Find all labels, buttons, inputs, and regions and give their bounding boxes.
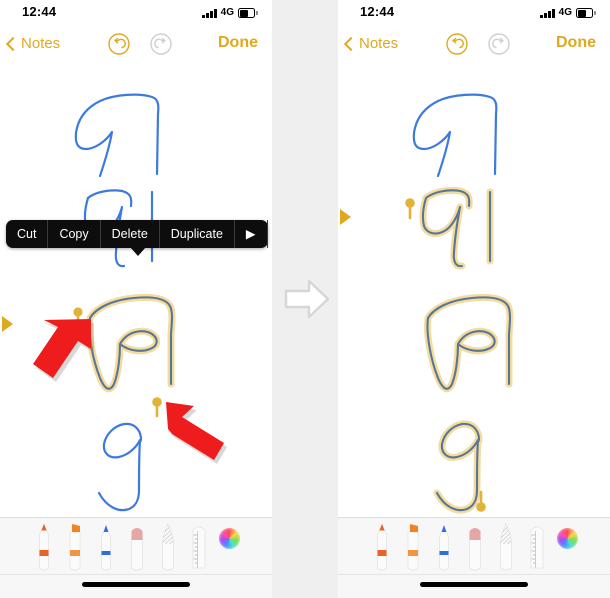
home-indicator-area-after [338,574,610,598]
selection-handle-top [405,198,415,220]
redo-button-after[interactable] [487,32,511,56]
context-menu-item-duplicate[interactable]: Duplicate [160,220,235,248]
transition-arrow [280,272,334,326]
stroke-digit-one [412,93,498,178]
undo-circle-icon [108,33,130,55]
color-wheel[interactable] [218,528,240,549]
eraser-tool[interactable] [126,518,148,575]
context-menu-item-copy[interactable]: Copy [48,220,101,248]
back-to-notes-button[interactable]: Notes [5,35,61,52]
nav-bar: Notes Done [0,28,272,67]
selection-context-menu[interactable]: Cut Copy Delete Duplicate ▶ [6,220,268,256]
chevron-left-icon [343,36,359,51]
back-to-notes-button-after[interactable]: Notes [343,35,399,52]
status-bar: 12:44 4G [0,0,272,28]
stroke-digit-p-selected [424,293,514,393]
stroke-digit-nine-top-selected [419,186,494,270]
context-menu-pointer [130,247,146,256]
status-time-after: 12:44 [360,4,395,19]
home-indicator[interactable] [420,582,528,587]
highlighter-tool[interactable] [64,518,86,575]
redo-circle-icon [488,33,510,55]
home-indicator-area [0,574,272,598]
undo-button[interactable] [107,32,131,56]
signal-bars-icon [540,8,555,18]
highlighter-tool[interactable] [402,518,424,575]
battery-icon [576,8,596,18]
pencil-tool[interactable] [433,518,455,575]
context-menu-item-cut[interactable]: Cut [6,220,49,248]
status-time: 12:44 [22,4,57,19]
undo-button-after[interactable] [445,32,469,56]
home-indicator[interactable] [82,582,190,587]
back-label-after: Notes [359,35,399,52]
done-button-after[interactable]: Done [556,34,596,52]
undo-circle-icon [446,33,468,55]
red-pointer-arrow-upper [28,310,102,384]
redo-circle-icon [150,33,172,55]
status-indicators: 4G [202,6,258,20]
network-label: 4G [220,7,234,18]
pen-tool[interactable] [33,518,55,575]
done-button[interactable]: Done [218,34,258,52]
nav-bar-after: Notes Done [338,28,610,67]
right-arrow-icon [284,279,330,319]
redo-button[interactable] [149,32,173,56]
drawing-canvas-after[interactable] [338,66,610,518]
signal-bars-icon [202,8,217,18]
ruler-tool[interactable] [188,518,210,575]
chevron-left-icon [5,36,21,51]
red-pointer-arrow-lower [158,394,236,464]
ruler-tool[interactable] [526,518,548,575]
stroke-digit-nine-bottom [97,422,143,512]
stroke-digit-nine-bottom-selected [433,420,483,514]
selection-edge-marker [2,316,13,332]
selection-edge-marker-after [340,209,351,225]
smudge-tool[interactable] [157,518,179,575]
screenshot-stage: 12:44 4G Notes Done Cut Copy Delete Dupl… [0,0,610,598]
drawing-toolbar-after[interactable] [338,517,610,598]
color-wheel[interactable] [556,528,578,549]
pen-tool[interactable] [371,518,393,575]
battery-icon [238,8,258,18]
phone-panel-after: 12:44 4G Notes Done [338,0,610,598]
back-label: Notes [21,35,61,52]
eraser-tool[interactable] [464,518,486,575]
status-bar-after: 12:44 4G [338,0,610,28]
context-menu-item-delete[interactable]: Delete [101,220,160,248]
context-menu-more-button[interactable]: ▶ [235,220,268,248]
pencil-tool[interactable] [95,518,117,575]
status-indicators-after: 4G [540,6,596,20]
smudge-tool[interactable] [495,518,517,575]
stroke-digit-one [74,93,160,178]
network-label-after: 4G [558,7,572,18]
phone-panel-before: 12:44 4G Notes Done Cut Copy Delete Dupl… [0,0,272,598]
drawing-toolbar-before[interactable] [0,517,272,598]
